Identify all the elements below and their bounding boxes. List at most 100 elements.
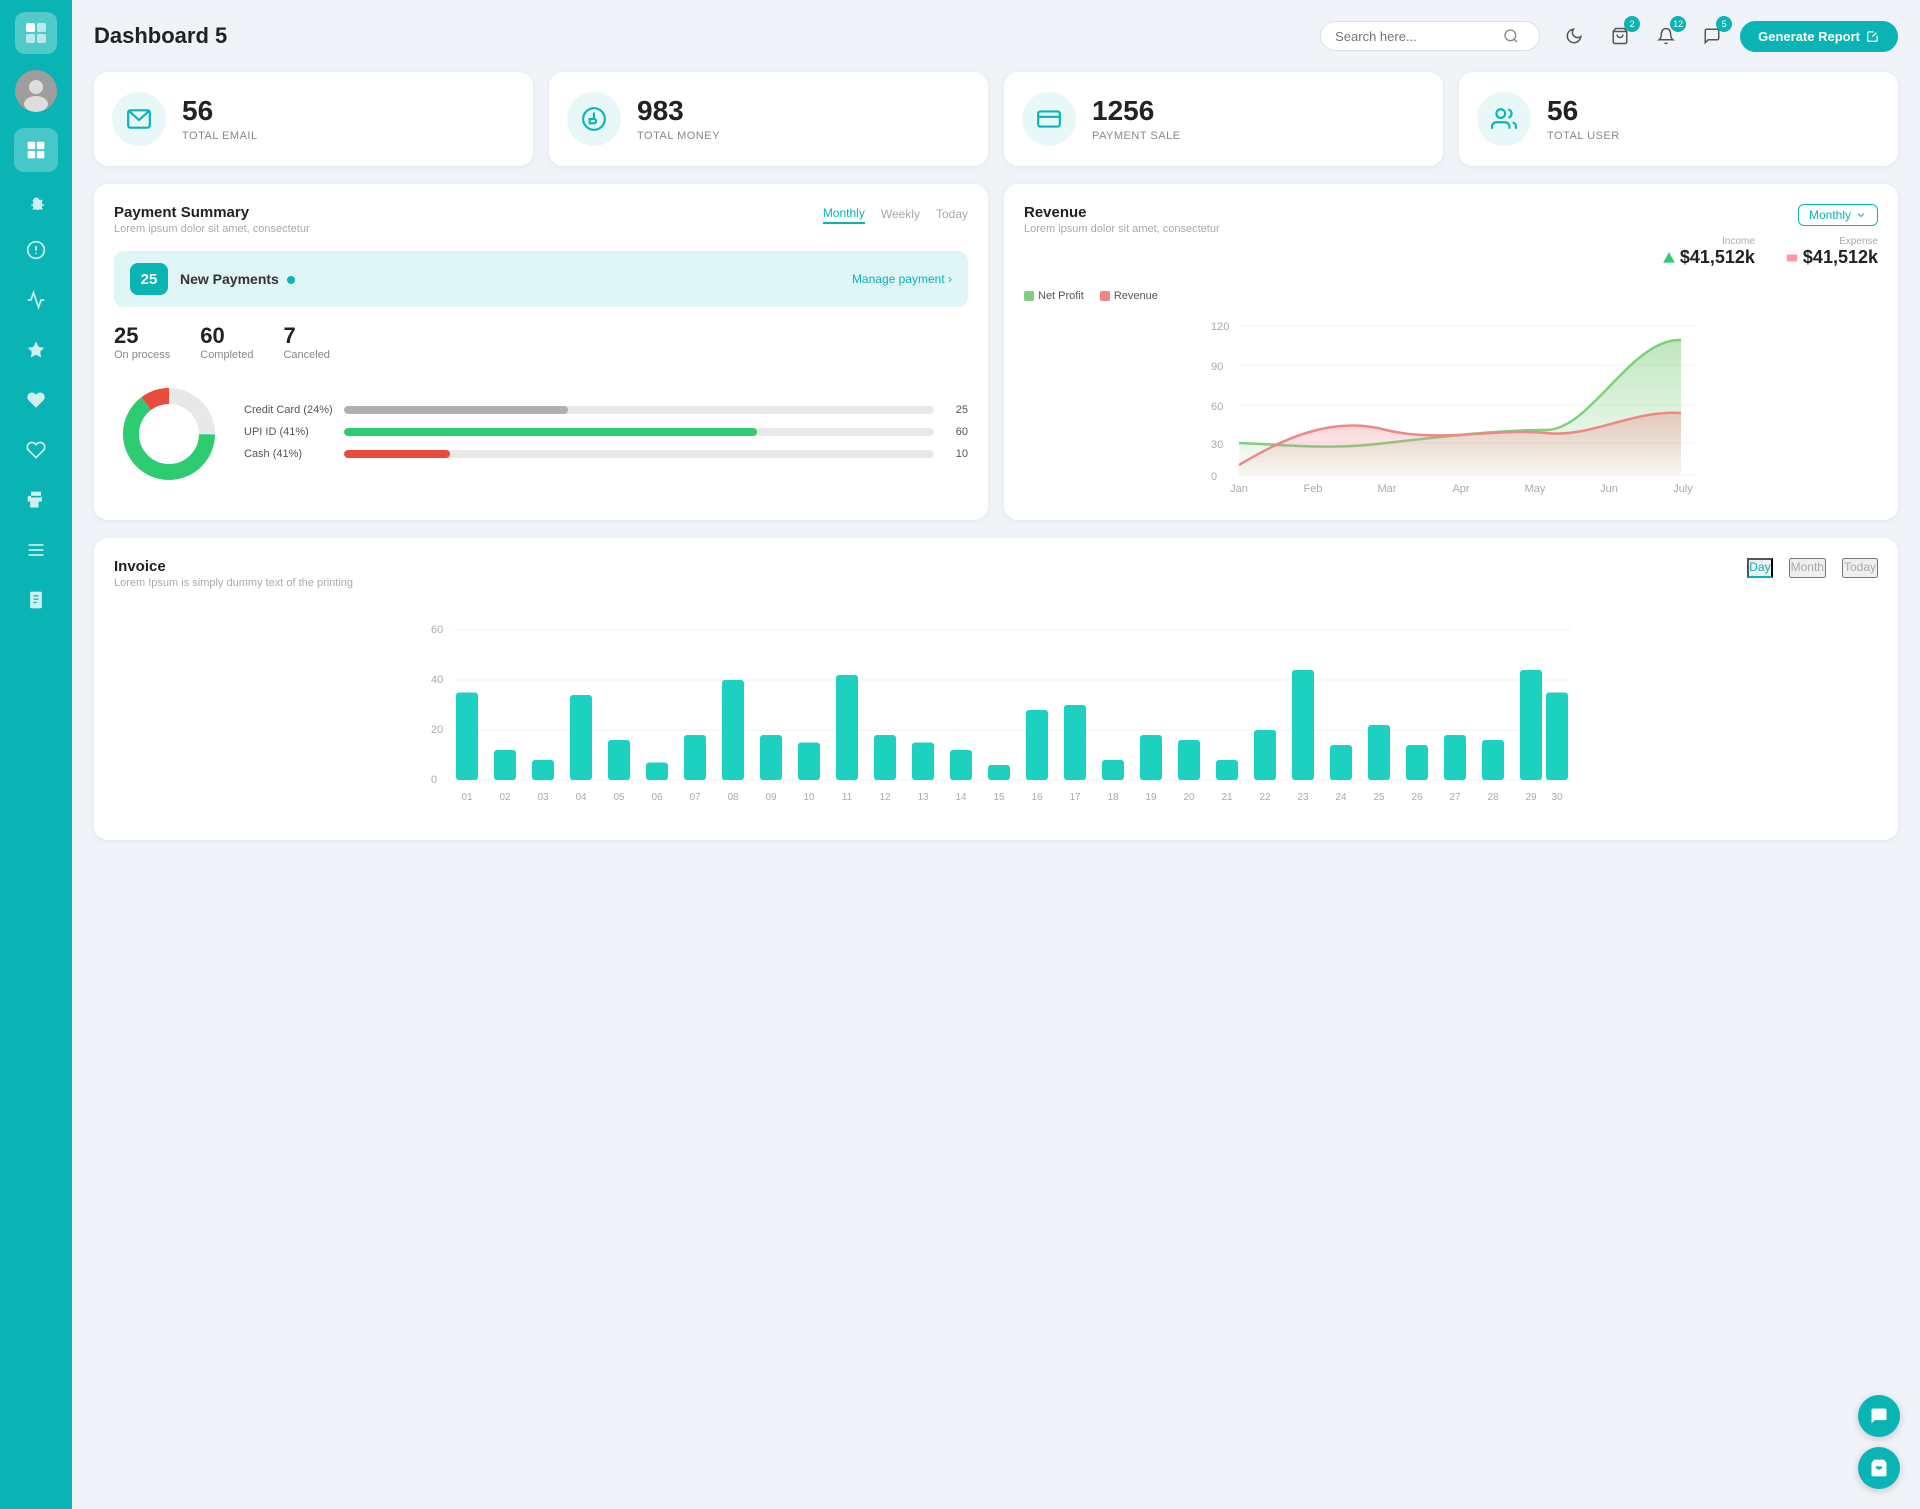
- svg-text:60: 60: [1211, 401, 1223, 413]
- invoice-chart: 60 40 20 0: [114, 615, 1878, 815]
- money-icon: [567, 92, 621, 146]
- manage-payment-link[interactable]: Manage payment ›: [852, 272, 952, 286]
- legend-net-profit: Net Profit: [1024, 290, 1084, 302]
- revenue-chart: 120 90 60 30 0: [1024, 310, 1878, 495]
- svg-text:16: 16: [1031, 792, 1043, 803]
- svg-text:04: 04: [575, 792, 587, 803]
- header-icons: 2 12 5 Generate Report: [1556, 18, 1898, 54]
- sidebar-item-favorites[interactable]: [14, 328, 58, 372]
- svg-text:30: 30: [1551, 792, 1563, 803]
- cart-fab-button[interactable]: [1858, 1447, 1900, 1489]
- svg-text:22: 22: [1259, 792, 1271, 803]
- svg-text:20: 20: [1183, 792, 1195, 803]
- income-item: Income $41,512k: [1662, 236, 1755, 268]
- payment-icon: [1022, 92, 1076, 146]
- income-expense-row: Income $41,512k Expense $41,512k: [1662, 236, 1878, 268]
- sidebar: [0, 0, 72, 1509]
- stat-label-money: TOTAL MONEY: [637, 130, 720, 142]
- sidebar-item-menu[interactable]: [14, 528, 58, 572]
- svg-text:08: 08: [727, 792, 739, 803]
- svg-text:06: 06: [651, 792, 663, 803]
- svg-text:28: 28: [1487, 792, 1499, 803]
- progress-fill-credit: [344, 406, 568, 414]
- svg-text:0: 0: [1211, 471, 1217, 483]
- svg-text:25: 25: [1373, 792, 1385, 803]
- svg-text:15: 15: [993, 792, 1005, 803]
- stat-on-process: 25 On process: [114, 323, 170, 361]
- donut-chart: [114, 379, 224, 494]
- legend-revenue: Revenue: [1100, 290, 1158, 302]
- floating-buttons: [1858, 1395, 1900, 1489]
- svg-text:14: 14: [955, 792, 967, 803]
- svg-text:18: 18: [1107, 792, 1119, 803]
- progress-fill-upi: [344, 428, 757, 436]
- payment-bottom: Credit Card (24%) 25 UPI ID (41%) 60: [114, 379, 968, 494]
- svg-text:17: 17: [1069, 792, 1081, 803]
- svg-text:12: 12: [879, 792, 891, 803]
- sidebar-item-heart[interactable]: [14, 378, 58, 422]
- progress-cash: Cash (41%) 10: [244, 448, 968, 460]
- payment-summary-card: Payment Summary Lorem ipsum dolor sit am…: [94, 184, 988, 520]
- payment-summary-title: Payment Summary: [114, 204, 310, 221]
- sidebar-item-settings[interactable]: [14, 178, 58, 222]
- search-input[interactable]: [1335, 29, 1495, 44]
- sidebar-item-analytics[interactable]: [14, 278, 58, 322]
- stat-value-email: 56: [182, 96, 258, 127]
- invoice-tab-day[interactable]: Day: [1747, 558, 1772, 578]
- invoice-title: Invoice: [114, 558, 353, 575]
- sidebar-item-reports[interactable]: [14, 578, 58, 622]
- stat-label-user: TOTAL USER: [1547, 130, 1620, 142]
- stat-card-email: 56 TOTAL EMAIL: [94, 72, 533, 166]
- sidebar-item-info[interactable]: [14, 228, 58, 272]
- svg-text:26: 26: [1411, 792, 1423, 803]
- dark-mode-toggle[interactable]: [1556, 18, 1592, 54]
- expense-item: Expense $41,512k: [1785, 236, 1878, 268]
- chat-icon-btn[interactable]: 5: [1694, 18, 1730, 54]
- search-box: [1320, 21, 1540, 51]
- payment-summary-tabs: Monthly Weekly Today: [823, 204, 968, 224]
- bell-icon-btn[interactable]: 12: [1648, 18, 1684, 54]
- svg-text:30: 30: [1211, 439, 1223, 451]
- svg-text:27: 27: [1449, 792, 1461, 803]
- sidebar-item-wishlist[interactable]: [14, 428, 58, 472]
- svg-text:120: 120: [1211, 321, 1229, 333]
- stat-card-user: 56 TOTAL USER: [1459, 72, 1898, 166]
- main-content: Dashboard 5 2 12 5 Generate Report: [72, 0, 1920, 1509]
- invoice-tab-today[interactable]: Today: [1842, 558, 1878, 578]
- svg-text:Jun: Jun: [1600, 483, 1618, 495]
- svg-text:10: 10: [803, 792, 815, 803]
- sidebar-item-dashboard[interactable]: [14, 128, 58, 172]
- progress-list: Credit Card (24%) 25 UPI ID (41%) 60: [244, 404, 968, 470]
- expense-value: $41,512k: [1803, 247, 1878, 268]
- chat-fab-button[interactable]: [1858, 1395, 1900, 1437]
- status-dot: [287, 276, 295, 284]
- header: Dashboard 5 2 12 5 Generate Report: [94, 18, 1898, 54]
- svg-text:01: 01: [461, 792, 473, 803]
- generate-report-button[interactable]: Generate Report: [1740, 21, 1898, 52]
- payment-stats-mini: 25 On process 60 Completed 7 Canceled: [114, 323, 968, 361]
- sidebar-item-print[interactable]: [14, 478, 58, 522]
- svg-text:24: 24: [1335, 792, 1347, 803]
- revenue-header: Revenue Lorem ipsum dolor sit amet, cons…: [1024, 204, 1878, 280]
- svg-text:Jan: Jan: [1230, 483, 1248, 495]
- svg-text:09: 09: [765, 792, 777, 803]
- tab-monthly[interactable]: Monthly: [823, 204, 865, 224]
- avatar[interactable]: [15, 70, 57, 112]
- svg-text:03: 03: [537, 792, 549, 803]
- bag-icon-btn[interactable]: 2: [1602, 18, 1638, 54]
- stat-value-user: 56: [1547, 96, 1620, 127]
- revenue-title: Revenue: [1024, 204, 1220, 221]
- tab-weekly[interactable]: Weekly: [881, 205, 920, 223]
- invoice-subtitle: Lorem Ipsum is simply dummy text of the …: [114, 577, 353, 589]
- bag-badge: 2: [1624, 16, 1640, 32]
- invoice-tab-month[interactable]: Month: [1789, 558, 1826, 578]
- sidebar-logo: [15, 12, 57, 54]
- stat-value-payment: 1256: [1092, 96, 1181, 127]
- new-payments-bar: 25 New Payments Manage payment ›: [114, 251, 968, 307]
- svg-text:29: 29: [1525, 792, 1537, 803]
- svg-text:07: 07: [689, 792, 701, 803]
- revenue-monthly-dropdown[interactable]: Monthly: [1798, 204, 1878, 226]
- chat-badge: 5: [1716, 16, 1732, 32]
- tab-today[interactable]: Today: [936, 205, 968, 223]
- invoice-header: Invoice Lorem Ipsum is simply dummy text…: [114, 558, 1878, 601]
